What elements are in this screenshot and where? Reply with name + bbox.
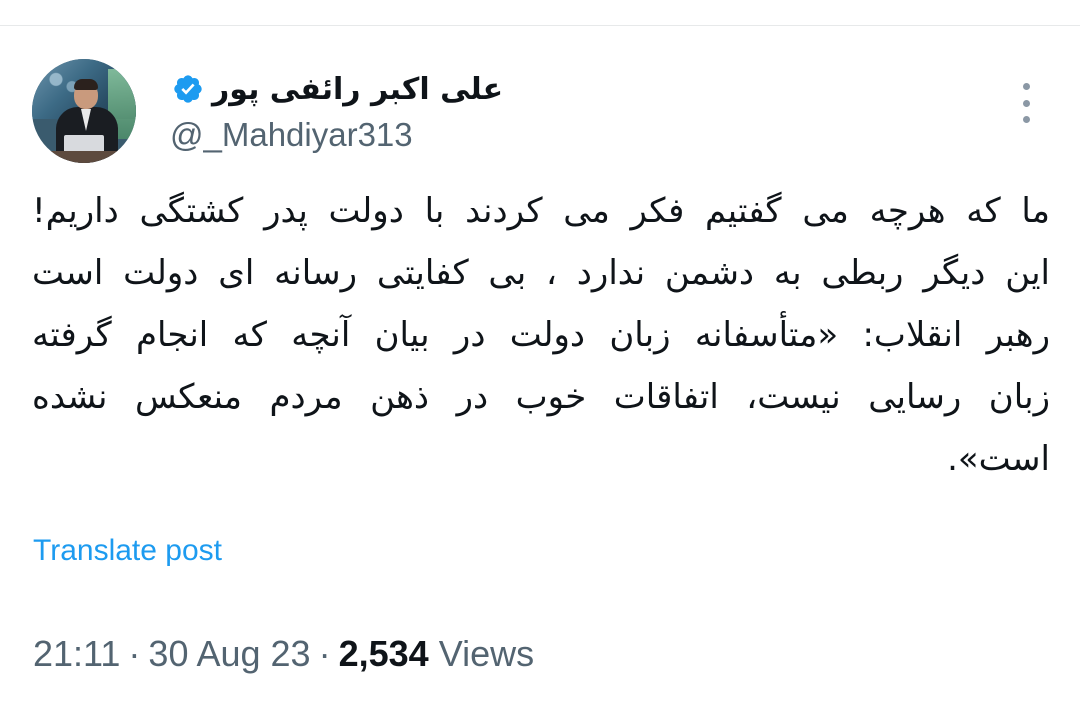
more-vertical-icon — [1022, 83, 1030, 90]
display-name[interactable]: علی اکبر رائفی پور — [212, 72, 503, 107]
views-count: 2,534 — [338, 633, 429, 674]
avatar[interactable] — [32, 59, 136, 163]
more-options-button[interactable] — [1014, 83, 1038, 123]
meta-separator: · — [128, 633, 141, 674]
post-time[interactable]: 21:11 — [33, 633, 120, 674]
post-text-line: است». — [947, 439, 1050, 479]
post-text-line: رهبر انقلاب: «متأسفانه زبان دولت در بیان… — [32, 315, 1050, 355]
verified-badge-icon — [174, 75, 202, 103]
avatar-desk — [32, 151, 136, 163]
more-vertical-icon-dot — [1022, 116, 1030, 123]
post-text: ما که هرچه می گفتیم فکر می کردند با دولت… — [32, 180, 1050, 490]
views-label: Views — [438, 633, 535, 674]
name-row[interactable]: علی اکبر رائفی پور — [170, 64, 503, 114]
post-metadata: 21:11 · 30 Aug 23 · 2,534 Views — [33, 633, 534, 675]
post-text-line: این دیگر ربطی به دشمن ندارد ، بی کفایتی … — [32, 253, 1050, 293]
post-date[interactable]: 30 Aug 23 — [148, 633, 310, 674]
tweet: علی اکبر رائفی پور @_Mahdiyar313 ما که ه… — [0, 0, 1080, 706]
user-handle[interactable]: @_Mahdiyar313 — [170, 116, 413, 154]
avatar-person-hair — [74, 79, 98, 90]
more-vertical-icon-dot — [1022, 99, 1030, 107]
translate-post-link[interactable]: Translate post — [33, 534, 222, 568]
post-text-line: ما که هرچه می گفتیم فکر می کردند با دولت… — [32, 191, 1050, 231]
post-text-line: زبان رسایی نیست، اتفاقات خوب در ذهن مردم… — [32, 377, 1050, 417]
meta-separator: · — [318, 633, 331, 674]
